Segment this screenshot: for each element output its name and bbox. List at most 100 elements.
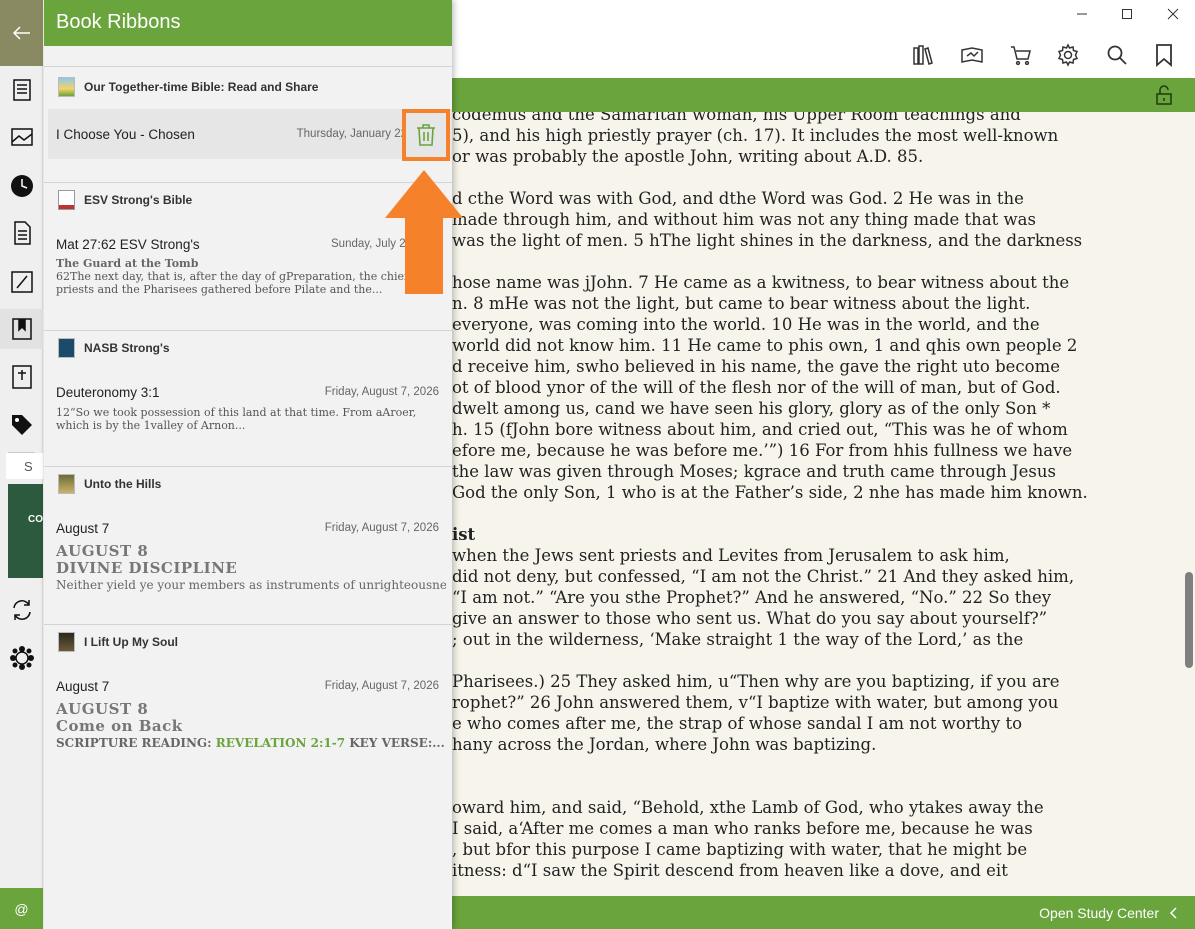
- maximize-icon: [1122, 9, 1132, 19]
- devotional-text: Neither yield ye your members as instrum…: [56, 578, 446, 592]
- devotional-text-suffix: KEY VERSE:...: [345, 736, 445, 750]
- rail-search-stub[interactable]: S: [6, 453, 43, 479]
- reader-line: made through him, and without him was no…: [452, 210, 1036, 229]
- ribbon-entry[interactable]: August 7 Friday, August 7, 2026 AUGUST 8…: [48, 671, 452, 761]
- ribbon-entry-date: Friday, August 7, 2026: [324, 386, 439, 398]
- reader-line: God the only Son, 1 who is at the Father…: [452, 483, 1088, 502]
- close-icon: [1167, 8, 1179, 20]
- open-study-center-button[interactable]: Open Study Center: [1039, 905, 1179, 921]
- rail-account-button[interactable]: @: [0, 888, 43, 929]
- ribbon-group-header: ESV Strong's Bible: [58, 190, 192, 210]
- library-button[interactable]: [911, 42, 937, 68]
- store-button[interactable]: [1008, 42, 1034, 68]
- book-cover-thumbnail: [58, 632, 75, 652]
- rail-images[interactable]: [0, 117, 43, 157]
- ribbon-group-book-title: NASB Strong's: [84, 341, 170, 355]
- devotional-date: AUGUST 8: [56, 700, 149, 718]
- ribbon-group-header: NASB Strong's: [58, 338, 170, 358]
- ribbon-group-header: I Lift Up My Soul: [58, 632, 178, 652]
- rail-book-cover[interactable]: CO: [8, 484, 43, 578]
- reader-line: , but bfor this purpose I came baptizing…: [452, 840, 1028, 859]
- rail-pen[interactable]: [0, 262, 43, 302]
- maximize-button[interactable]: [1117, 4, 1137, 24]
- ribbon-snippet: 62The next day, that is, after the day o…: [56, 270, 409, 296]
- ribbon-entry-title: August 7: [56, 521, 110, 536]
- back-arrow-icon: [12, 26, 30, 40]
- bookmark-icon: [1156, 44, 1172, 67]
- close-button[interactable]: [1163, 4, 1183, 24]
- ribbon-entry[interactable]: Deuteronomy 3:1 Friday, August 7, 2026 1…: [48, 377, 452, 465]
- app-window: codemus and the Samaritan woman, his Upp…: [0, 0, 1195, 929]
- panel-header: Book Ribbons: [44, 0, 452, 46]
- rail-history[interactable]: [0, 166, 43, 206]
- reader-line: h. 15 (fJohn bore witness about him, and…: [452, 420, 1068, 439]
- back-button[interactable]: [0, 0, 43, 66]
- ribbon-entry[interactable]: I Choose You - Chosen Thursday, January …: [48, 109, 452, 159]
- reader-line: ot of blood ynor of the will of the fles…: [452, 378, 1061, 397]
- rail-sync[interactable]: [0, 590, 43, 630]
- reader-line: itness: d“I saw the Spirit descend from …: [452, 861, 1008, 880]
- rail-documents[interactable]: [0, 213, 43, 253]
- scripture-reference-link[interactable]: REVELATION 2:1-7: [216, 736, 345, 750]
- ribbon-group-book-title: ESV Strong's Bible: [84, 193, 193, 207]
- ribbon-entry-title: Deuteronomy 3:1: [56, 385, 160, 400]
- ribbon-entry-date: Friday, August 7, 2026: [324, 522, 439, 534]
- book-cover-thumbnail: [58, 474, 75, 494]
- library-icon: [913, 45, 933, 65]
- delete-ribbon-button[interactable]: [402, 109, 450, 161]
- unlock-icon[interactable]: [1153, 84, 1175, 106]
- reader-line: codemus and the Samaritan woman, his Upp…: [452, 112, 1021, 124]
- reader-line: oward him, and said, “Behold, xthe Lamb …: [452, 798, 1044, 817]
- ribbon-snippet-heading: The Guard at the Tomb: [56, 257, 199, 270]
- ribbon-group-header: Our Together-time Bible: Read and Share: [58, 77, 318, 97]
- reader-line: dwelt among us, cand we have seen his gl…: [452, 399, 1051, 418]
- pointer-arrow-icon: [385, 170, 463, 294]
- reader-line: n. 8 mHe was not the light, but came to …: [452, 294, 1031, 313]
- rail-ribbons[interactable]: [0, 309, 43, 349]
- community-icon: [9, 646, 34, 670]
- ribbon-group: Our Together-time Bible: Read and Share …: [44, 66, 452, 182]
- reader-line: did not deny, but confessed, “I am not t…: [452, 567, 1075, 586]
- settings-icon: [1057, 43, 1079, 67]
- rail-notes[interactable]: [0, 70, 43, 110]
- reader-line: ; out in the wilderness, ‘Make straight …: [452, 630, 1024, 649]
- reader-line: or was probably the apostle John, writin…: [452, 147, 924, 166]
- search-button[interactable]: [1104, 42, 1130, 68]
- chevron-left-icon: [1169, 907, 1177, 919]
- bookmarks-button[interactable]: [1151, 42, 1177, 68]
- minimize-button[interactable]: [1072, 4, 1092, 24]
- reader-line: ist: [452, 525, 476, 544]
- reader-line: world did not know him. 11 He came to ph…: [452, 336, 1078, 355]
- bible-text-reader[interactable]: codemus and the Samaritan woman, his Upp…: [452, 112, 1195, 896]
- trash-icon: [417, 124, 435, 146]
- reader-scrollbar[interactable]: [1185, 572, 1193, 668]
- title-bar: [452, 0, 1195, 78]
- left-rail: S CO @: [0, 0, 43, 929]
- devotional-date: AUGUST 8: [56, 542, 149, 560]
- devotional-text-prefix: SCRIPTURE READING:: [56, 736, 216, 750]
- ribbon-group-book-title: Unto the Hills: [84, 477, 162, 491]
- ribbon-bookmark-icon: [11, 318, 32, 340]
- pen-icon: [10, 271, 33, 293]
- reading-plans-button[interactable]: [959, 42, 985, 68]
- cart-icon: [1011, 46, 1031, 66]
- rail-tags[interactable]: [0, 405, 43, 445]
- history-icon: [10, 175, 33, 197]
- footer-bar: Open Study Center: [452, 896, 1195, 929]
- tag-icon: [11, 415, 32, 435]
- ribbon-entry[interactable]: August 7 Friday, August 7, 2026 AUGUST 8…: [48, 513, 452, 621]
- reader-line: rophet?” 26 John answered them, v“I bapt…: [452, 693, 1059, 712]
- ribbon-entry-title: Mat 27:62 ESV Strong's: [56, 237, 200, 252]
- reader-line: the law was given through Moses; kgrace …: [452, 462, 1056, 481]
- book-cover-thumbnail: [58, 77, 75, 97]
- ribbon-group: I Lift Up My Soul August 7 Friday, Augus…: [44, 624, 452, 764]
- rail-bible[interactable]: [0, 357, 43, 397]
- rail-community[interactable]: [0, 638, 43, 678]
- reader-line: hose name was jJohn. 7 He came as a kwit…: [452, 273, 1070, 292]
- ribbon-entry-title: I Choose You - Chosen: [56, 127, 195, 142]
- reader-line: efore me, because he was before me.’”) 1…: [452, 441, 1073, 460]
- ribbon-group: NASB Strong's Deuteronomy 3:1 Friday, Au…: [44, 330, 452, 466]
- reader-toolbar: [452, 78, 1195, 112]
- reader-line: hany across the Jordan, where John was b…: [452, 735, 877, 754]
- settings-button[interactable]: [1055, 42, 1081, 68]
